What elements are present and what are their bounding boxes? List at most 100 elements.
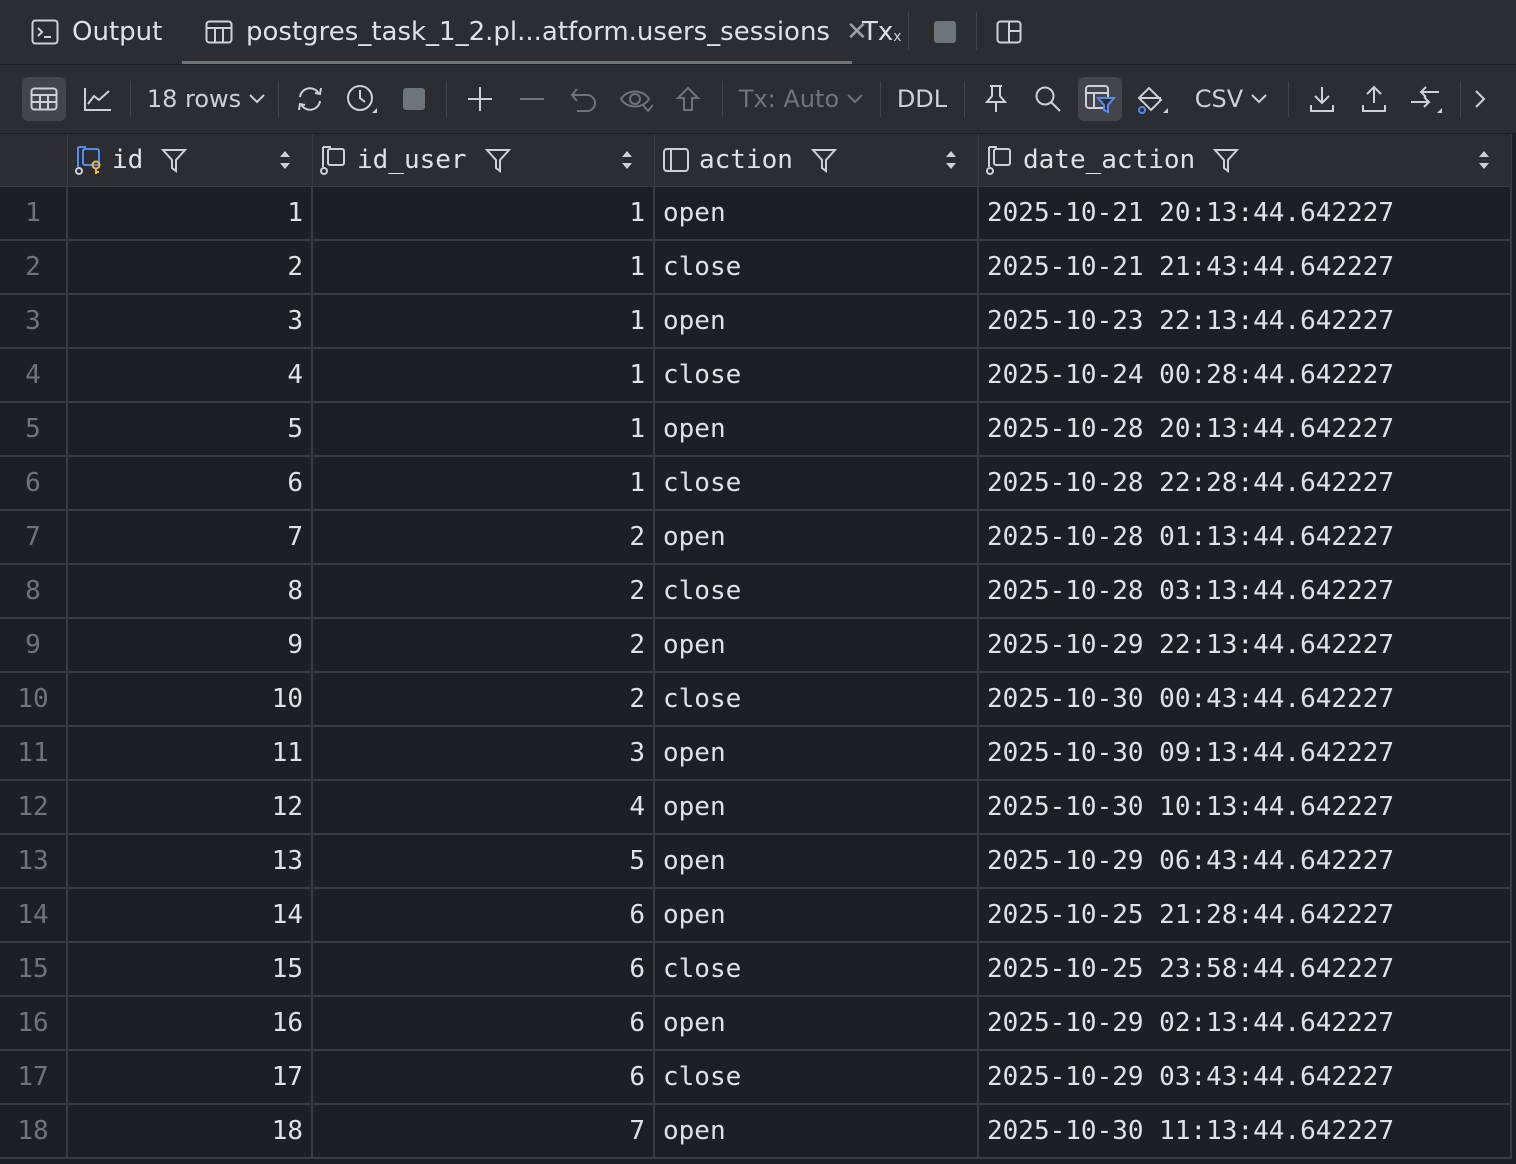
import-button[interactable]: [1352, 77, 1396, 121]
auto-refresh-button[interactable]: [340, 77, 384, 121]
cell-action[interactable]: open: [655, 295, 979, 347]
cell-date-action[interactable]: 2025-10-29 06:43:44.642227: [979, 835, 1512, 887]
revert-button[interactable]: [562, 77, 606, 121]
cell-id-user[interactable]: 1: [313, 457, 655, 509]
cell-id-user[interactable]: 1: [313, 349, 655, 401]
table-row[interactable]: 7 7 2 open 2025-10-28 01:13:44.642227: [0, 511, 1512, 565]
sort-icon[interactable]: [278, 148, 292, 172]
cell-date-action[interactable]: 2025-10-29 02:13:44.642227: [979, 997, 1512, 1049]
cell-action[interactable]: close: [655, 565, 979, 617]
cell-id[interactable]: 2: [68, 241, 313, 293]
cell-id-user[interactable]: 2: [313, 511, 655, 563]
tab-output[interactable]: Output: [30, 0, 162, 64]
cell-id-user[interactable]: 1: [313, 241, 655, 293]
cell-id-user[interactable]: 1: [313, 295, 655, 347]
table-row[interactable]: 11 11 3 open 2025-10-30 09:13:44.642227: [0, 727, 1512, 781]
preview-changes-button[interactable]: [614, 77, 658, 121]
cell-id-user[interactable]: 6: [313, 1051, 655, 1103]
cell-date-action[interactable]: 2025-10-30 10:13:44.642227: [979, 781, 1512, 833]
cell-date-action[interactable]: 2025-10-29 03:43:44.642227: [979, 1051, 1512, 1103]
delete-row-button[interactable]: [510, 77, 554, 121]
ddl-button[interactable]: DDL: [894, 77, 950, 121]
cell-date-action[interactable]: 2025-10-30 09:13:44.642227: [979, 727, 1512, 779]
cell-date-action[interactable]: 2025-10-30 00:43:44.642227: [979, 673, 1512, 725]
cell-id-user[interactable]: 6: [313, 997, 655, 1049]
cell-date-action[interactable]: 2025-10-23 22:13:44.642227: [979, 295, 1512, 347]
chart-view-button[interactable]: [76, 77, 120, 121]
more-toolbar-button[interactable]: [1466, 77, 1494, 121]
cell-id-user[interactable]: 2: [313, 619, 655, 671]
table-row[interactable]: 18 18 7 open 2025-10-30 11:13:44.642227: [0, 1105, 1512, 1159]
filter-icon[interactable]: [1213, 147, 1240, 173]
table-row[interactable]: 6 6 1 close 2025-10-28 22:28:44.642227: [0, 457, 1512, 511]
cell-action[interactable]: close: [655, 241, 979, 293]
table-row[interactable]: 9 9 2 open 2025-10-29 22:13:44.642227: [0, 619, 1512, 673]
cell-action[interactable]: open: [655, 187, 979, 239]
cell-id[interactable]: 4: [68, 349, 313, 401]
table-row[interactable]: 4 4 1 close 2025-10-24 00:28:44.642227: [0, 349, 1512, 403]
compare-button[interactable]: [1404, 77, 1448, 121]
table-row[interactable]: 15 15 6 close 2025-10-25 23:58:44.642227: [0, 943, 1512, 997]
table-row[interactable]: 3 3 1 open 2025-10-23 22:13:44.642227: [0, 295, 1512, 349]
cell-id[interactable]: 5: [68, 403, 313, 455]
table-row[interactable]: 13 13 5 open 2025-10-29 06:43:44.642227: [0, 835, 1512, 889]
stop-query-button[interactable]: [392, 77, 436, 121]
split-layout-button[interactable]: [994, 0, 1036, 64]
cell-id-user[interactable]: 1: [313, 403, 655, 455]
table-row[interactable]: 16 16 6 open 2025-10-29 02:13:44.642227: [0, 997, 1512, 1051]
filter-icon[interactable]: [810, 147, 837, 173]
cell-id[interactable]: 18: [68, 1105, 313, 1157]
tab-users-sessions[interactable]: postgres_task_1_2.pl...atform.users_sess…: [204, 0, 868, 64]
cell-id[interactable]: 11: [68, 727, 313, 779]
sort-icon[interactable]: [1477, 148, 1491, 172]
table-row[interactable]: 5 5 1 open 2025-10-28 20:13:44.642227: [0, 403, 1512, 457]
cell-id[interactable]: 7: [68, 511, 313, 563]
cell-date-action[interactable]: 2025-10-25 21:28:44.642227: [979, 889, 1512, 941]
cell-id-user[interactable]: 3: [313, 727, 655, 779]
cell-id[interactable]: 3: [68, 295, 313, 347]
cell-date-action[interactable]: 2025-10-21 21:43:44.642227: [979, 241, 1512, 293]
add-row-button[interactable]: [458, 77, 502, 121]
export-button[interactable]: [1300, 77, 1344, 121]
cell-id-user[interactable]: 4: [313, 781, 655, 833]
cell-action[interactable]: close: [655, 1051, 979, 1103]
cell-id-user[interactable]: 2: [313, 673, 655, 725]
cell-id[interactable]: 15: [68, 943, 313, 995]
cell-action[interactable]: open: [655, 997, 979, 1049]
column-header-action[interactable]: action: [655, 134, 979, 186]
pin-button[interactable]: [974, 77, 1018, 121]
filter-toggle-button[interactable]: [1078, 77, 1122, 121]
cell-id[interactable]: 6: [68, 457, 313, 509]
cell-id-user[interactable]: 7: [313, 1105, 655, 1157]
table-row[interactable]: 10 10 2 close 2025-10-30 00:43:44.642227: [0, 673, 1512, 727]
cell-id[interactable]: 8: [68, 565, 313, 617]
stop-tab-button[interactable]: [930, 0, 972, 64]
cell-id[interactable]: 13: [68, 835, 313, 887]
cell-action[interactable]: open: [655, 781, 979, 833]
column-header-id[interactable]: id: [68, 134, 313, 186]
cell-id-user[interactable]: 5: [313, 835, 655, 887]
cell-date-action[interactable]: 2025-10-24 00:28:44.642227: [979, 349, 1512, 401]
cell-action[interactable]: close: [655, 349, 979, 401]
search-button[interactable]: [1026, 77, 1070, 121]
cell-date-action[interactable]: 2025-10-28 03:13:44.642227: [979, 565, 1512, 617]
filter-icon[interactable]: [161, 147, 188, 173]
tx-mode-dropdown[interactable]: Tx: Auto: [738, 77, 864, 121]
table-view-button[interactable]: [22, 77, 66, 121]
table-row[interactable]: 1 1 1 open 2025-10-21 20:13:44.642227: [0, 187, 1512, 241]
cell-id-user[interactable]: 6: [313, 943, 655, 995]
table-row[interactable]: 14 14 6 open 2025-10-25 21:28:44.642227: [0, 889, 1512, 943]
tab-tx[interactable]: Tx x: [862, 0, 902, 64]
cell-id[interactable]: 9: [68, 619, 313, 671]
cell-date-action[interactable]: 2025-10-21 20:13:44.642227: [979, 187, 1512, 239]
cell-date-action[interactable]: 2025-10-30 11:13:44.642227: [979, 1105, 1512, 1157]
cell-action[interactable]: close: [655, 943, 979, 995]
cell-action[interactable]: open: [655, 835, 979, 887]
table-row[interactable]: 2 2 1 close 2025-10-21 21:43:44.642227: [0, 241, 1512, 295]
highlight-button[interactable]: [1130, 77, 1174, 121]
column-header-date-action[interactable]: date_action: [979, 134, 1512, 186]
sort-icon[interactable]: [620, 148, 634, 172]
cell-id-user[interactable]: 2: [313, 565, 655, 617]
rows-count-dropdown[interactable]: 18 rows: [144, 77, 268, 121]
cell-id-user[interactable]: 1: [313, 187, 655, 239]
